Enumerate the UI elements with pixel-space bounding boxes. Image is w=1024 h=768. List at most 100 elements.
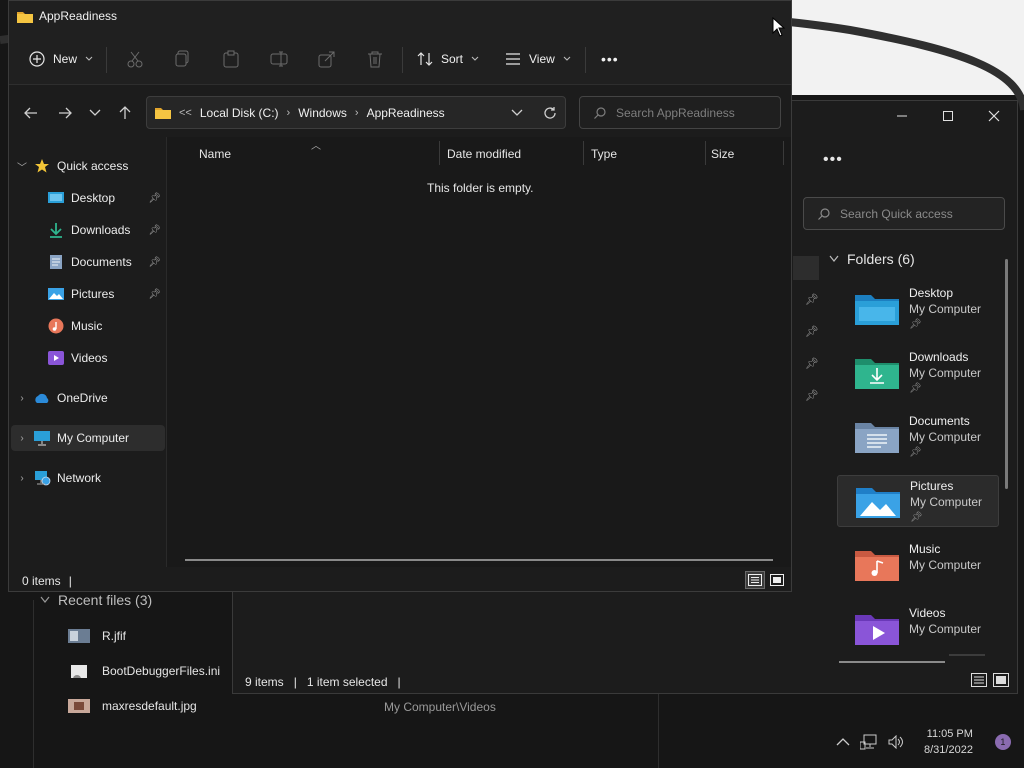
chevron-down-icon[interactable]: ﹀	[11, 159, 33, 174]
pin-icon[interactable]: 📌︎	[148, 289, 161, 300]
column-header-size[interactable]: Size	[711, 147, 734, 161]
folders-section-header[interactable]: Folders (6)	[829, 251, 915, 267]
paste-icon[interactable]	[222, 50, 240, 68]
horizontal-scrollbar[interactable]	[839, 661, 945, 663]
tiles-view-icon	[993, 673, 1009, 687]
close-button[interactable]	[971, 101, 1017, 131]
new-label: New	[53, 52, 78, 66]
sidebar-item-pictures[interactable]: Pictures 📌︎	[11, 281, 165, 307]
network-icon[interactable]	[860, 734, 878, 750]
breadcrumb-chevron-icon[interactable]: ›	[287, 107, 291, 119]
new-button[interactable]: New	[29, 49, 93, 69]
search-input[interactable]: Search AppReadiness	[579, 96, 781, 129]
clock-date: 8/31/2022	[924, 744, 973, 756]
folder-location: My Computer	[909, 366, 982, 380]
share-icon[interactable]	[318, 50, 336, 68]
maximize-button[interactable]	[925, 101, 971, 131]
column-divider[interactable]	[583, 141, 584, 165]
star-icon	[33, 158, 51, 174]
toolbar-more-button[interactable]: •••	[823, 151, 843, 169]
recent-file-item[interactable]: maxresdefault.jpg	[68, 699, 197, 713]
tiles-view-button[interactable]	[767, 571, 787, 589]
search-icon	[594, 106, 606, 119]
image-file-icon	[68, 629, 90, 643]
sidebar-item-label: Network	[57, 471, 102, 485]
volume-icon[interactable]	[888, 735, 904, 749]
breadcrumb-chevron-icon[interactable]: ›	[355, 107, 359, 119]
details-view-button[interactable]	[745, 571, 765, 589]
sidebar-item-desktop[interactable]: Desktop 📌︎	[11, 185, 165, 211]
details-view-button[interactable]	[971, 673, 989, 689]
breadcrumb-local-disk[interactable]: Local Disk (C:)	[200, 106, 279, 120]
sidebar-item-quick-access[interactable]: ﹀ Quick access	[11, 153, 165, 179]
folder-location: My Computer	[909, 302, 982, 316]
recent-files-header[interactable]: Recent files (3)	[40, 592, 152, 608]
breadcrumb-windows[interactable]: Windows	[298, 106, 347, 120]
sidebar-item-onedrive[interactable]: › OneDrive	[11, 385, 165, 411]
downloads-folder-icon	[855, 355, 901, 395]
chevron-right-icon[interactable]: ›	[11, 473, 33, 484]
delete-icon[interactable]	[366, 50, 384, 68]
sidebar-item-music[interactable]: Music	[11, 313, 165, 339]
folder-tile-music[interactable]: Music My Computer	[837, 539, 999, 591]
notification-badge[interactable]: 1	[994, 734, 1011, 750]
chevron-up-icon[interactable]	[836, 737, 850, 747]
folder-tile-downloads[interactable]: Downloads My Computer 📌︎	[837, 347, 999, 399]
folder-tile-videos[interactable]: Videos My Computer	[837, 603, 999, 655]
title-bar[interactable]: AppReadiness	[9, 1, 791, 33]
back-arrow-icon[interactable]	[23, 105, 39, 121]
recent-locations-chevron-icon[interactable]	[89, 109, 105, 125]
rename-icon[interactable]	[270, 50, 288, 68]
view-button[interactable]: View	[505, 49, 571, 69]
pin-icon[interactable]: 📌︎	[148, 225, 161, 236]
command-bar: New Sort View •••	[9, 33, 791, 85]
column-divider[interactable]	[783, 141, 784, 165]
chevron-right-icon[interactable]: ›	[11, 393, 33, 404]
pane-divider	[33, 600, 34, 768]
recent-file-item[interactable]: BootDebuggerFiles.ini	[68, 664, 220, 678]
tiles-view-button[interactable]	[993, 673, 1011, 689]
horizontal-scrollbar[interactable]	[185, 559, 773, 561]
sidebar-item-network[interactable]: › Network	[11, 465, 165, 491]
cut-icon[interactable]	[126, 50, 144, 68]
up-arrow-icon[interactable]	[117, 105, 133, 121]
chevron-right-icon[interactable]: ›	[11, 433, 33, 444]
pin-icon: 📌︎	[805, 326, 819, 338]
column-header-name[interactable]: Name	[199, 147, 231, 161]
computer-icon	[33, 430, 51, 446]
sidebar-item-label: Videos	[71, 351, 108, 365]
navigation-bar: << Local Disk (C:) › Windows › AppReadin…	[9, 85, 791, 137]
sidebar-item-videos[interactable]: Videos	[11, 345, 165, 371]
minimize-button[interactable]	[879, 101, 925, 131]
folder-tile-documents[interactable]: Documents My Computer 📌︎	[837, 411, 999, 463]
see-more-button[interactable]: •••	[601, 49, 619, 69]
search-quick-access-input[interactable]: Search Quick access	[803, 197, 1005, 230]
sidebar-item-downloads[interactable]: Downloads 📌︎	[11, 217, 165, 243]
breadcrumb-overflow[interactable]: <<	[179, 107, 192, 119]
pin-icon[interactable]: 📌︎	[148, 193, 161, 204]
address-dropdown-icon[interactable]	[511, 109, 523, 117]
clock-time: 11:05 PM	[926, 728, 973, 740]
recent-file-item[interactable]: R.jfif	[68, 629, 126, 643]
chevron-down-icon	[85, 56, 93, 61]
clock[interactable]: 11:05 PM 8/31/2022	[924, 726, 973, 758]
forward-arrow-icon[interactable]	[57, 105, 73, 121]
folder-name: Videos	[909, 606, 946, 620]
column-divider[interactable]	[705, 141, 706, 165]
column-divider[interactable]	[439, 141, 440, 165]
refresh-icon[interactable]	[543, 106, 557, 120]
folder-tile-desktop[interactable]: Desktop My Computer 📌︎	[837, 283, 999, 335]
sidebar-item-documents[interactable]: Documents 📌︎	[11, 249, 165, 275]
appreadiness-window[interactable]: AppReadiness New Sort View ••• << Local …	[8, 0, 792, 592]
sort-button[interactable]: Sort	[417, 49, 479, 69]
folder-tile-pictures[interactable]: Pictures My Computer 📌︎	[837, 475, 999, 527]
address-bar[interactable]: << Local Disk (C:) › Windows › AppReadin…	[146, 96, 566, 129]
pin-icon[interactable]: 📌︎	[148, 257, 161, 268]
column-header-date-modified[interactable]: Date modified	[447, 147, 521, 161]
copy-icon[interactable]	[174, 50, 192, 68]
breadcrumb-appreadiness[interactable]: AppReadiness	[367, 106, 445, 120]
column-header-type[interactable]: Type	[591, 147, 617, 161]
sidebar-item-my-computer[interactable]: › My Computer	[11, 425, 165, 451]
item-count: 0 items	[22, 574, 61, 588]
vertical-scrollbar[interactable]	[1005, 259, 1008, 489]
